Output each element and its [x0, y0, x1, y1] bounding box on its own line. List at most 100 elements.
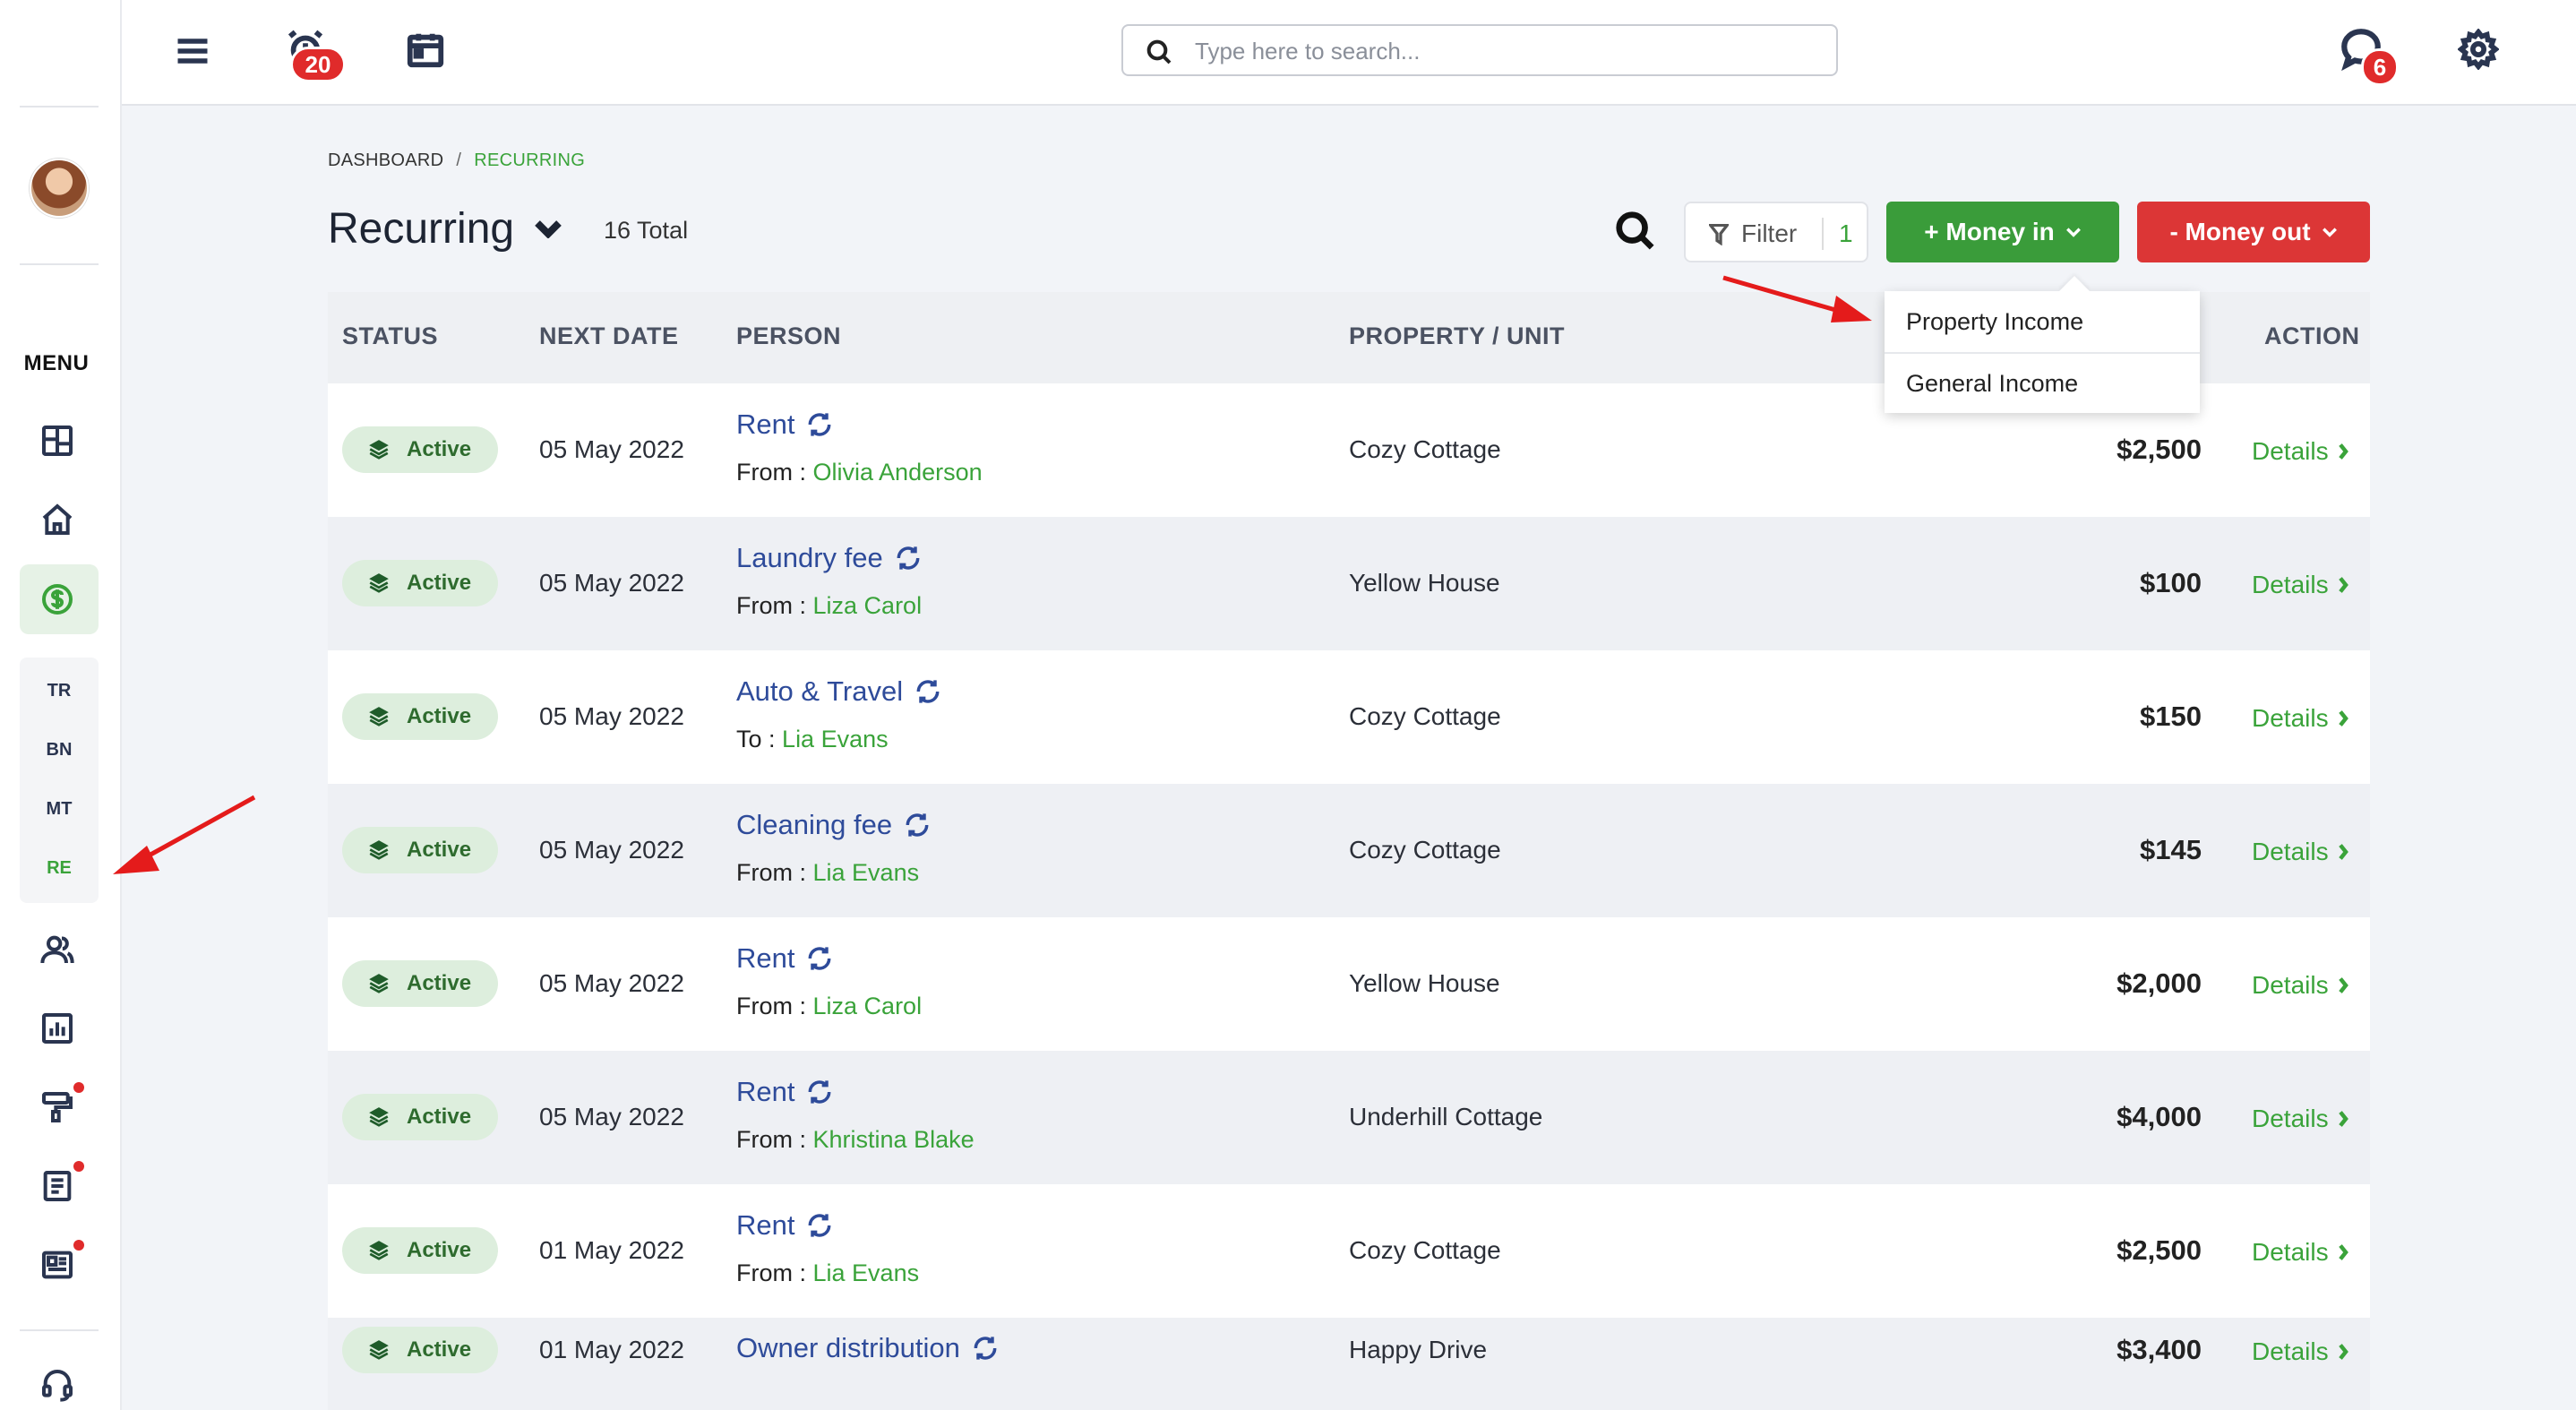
- people-icon[interactable]: [36, 928, 79, 971]
- breadcrumb-current: RECURRING: [474, 150, 586, 170]
- property-unit: Cozy Cottage: [1349, 836, 1501, 864]
- avatar[interactable]: [30, 159, 89, 218]
- sidebar-divider: [20, 106, 99, 107]
- home-icon[interactable]: [36, 498, 79, 541]
- subnav-item-tr[interactable]: TR: [20, 681, 99, 701]
- money-in-dropdown: Property Income General Income: [1885, 276, 2200, 413]
- details-link[interactable]: Details: [2252, 704, 2348, 733]
- sidebar-divider: [20, 263, 99, 265]
- person-name[interactable]: Lia Evans: [813, 1260, 920, 1286]
- table-row[interactable]: Active 01 May 2022 Rent From : Lia Evans…: [328, 1184, 2370, 1318]
- calendar-icon[interactable]: [403, 27, 448, 72]
- details-link[interactable]: Details: [2252, 1337, 2348, 1366]
- transaction-title[interactable]: Cleaning fee: [736, 809, 932, 841]
- filter-button[interactable]: Filter 1: [1684, 202, 1868, 262]
- direction-label: From :: [736, 592, 806, 619]
- annotation-arrow-icon: [113, 795, 256, 874]
- transaction-title[interactable]: Rent: [736, 942, 834, 975]
- table-row[interactable]: Active 05 May 2022 Rent From : Khristina…: [328, 1051, 2370, 1184]
- document-icon[interactable]: [36, 1165, 79, 1208]
- recurring-icon: [809, 1214, 831, 1237]
- amount: $150: [2140, 701, 2202, 732]
- search-bar[interactable]: [1121, 24, 1838, 76]
- person-line: From : Liza Carol: [736, 592, 922, 620]
- recurring-icon: [974, 1337, 997, 1360]
- support-headset-icon[interactable]: [36, 1363, 79, 1406]
- table-row[interactable]: Active 05 May 2022 Rent From : Liza Caro…: [328, 917, 2370, 1051]
- person-line: To : Lia Evans: [736, 726, 889, 753]
- direction-label: From :: [736, 1126, 806, 1153]
- details-link[interactable]: Details: [2252, 571, 2348, 599]
- chevron-down-icon: [2065, 228, 2081, 237]
- search-icon: [1146, 39, 1172, 64]
- chevron-right-icon: [2338, 1111, 2348, 1127]
- person-line: From : Olivia Anderson: [736, 459, 983, 486]
- table-row[interactable]: Active 05 May 2022 Cleaning fee From : L…: [328, 784, 2370, 917]
- title-chevron-down-icon[interactable]: [534, 219, 566, 245]
- reports-icon[interactable]: [36, 1007, 79, 1050]
- table-search-icon[interactable]: [1614, 210, 1657, 254]
- person-name[interactable]: Lia Evans: [813, 859, 920, 886]
- person-name[interactable]: Olivia Anderson: [813, 459, 983, 486]
- transaction-title[interactable]: Rent: [736, 408, 834, 441]
- header-property[interactable]: PROPERTY / UNIT: [1349, 322, 1565, 350]
- transaction-title[interactable]: Auto & Travel: [736, 675, 942, 708]
- dashboard-icon[interactable]: [36, 419, 79, 462]
- details-link[interactable]: Details: [2252, 838, 2348, 866]
- header-next-date[interactable]: NEXT DATE: [539, 322, 679, 350]
- amount: $2,500: [2117, 434, 2202, 465]
- table-row[interactable]: Active 01 May 2022 Owner distribution Ha…: [328, 1318, 2370, 1410]
- person-name[interactable]: Lia Evans: [782, 726, 889, 752]
- transaction-title[interactable]: Rent: [736, 1209, 834, 1242]
- transaction-title-label: Rent: [736, 1209, 795, 1241]
- transaction-title[interactable]: Rent: [736, 1076, 834, 1108]
- chevron-right-icon: [2338, 977, 2348, 993]
- header-person[interactable]: PERSON: [736, 322, 841, 350]
- money-in-button[interactable]: + Money in: [1886, 202, 2119, 262]
- search-input[interactable]: [1195, 33, 1822, 69]
- details-link[interactable]: Details: [2252, 1238, 2348, 1267]
- status-label: Active: [407, 1337, 472, 1362]
- details-link[interactable]: Details: [2252, 1105, 2348, 1133]
- person-line: From : Khristina Blake: [736, 1126, 975, 1154]
- page-title[interactable]: Recurring: [328, 204, 514, 254]
- menu-item-general-income[interactable]: General Income: [1885, 352, 2200, 413]
- settings-gear-icon[interactable]: [2456, 27, 2501, 72]
- person-name[interactable]: Liza Carol: [813, 592, 923, 619]
- next-date: 01 May 2022: [539, 1336, 684, 1363]
- subnav-item-mt[interactable]: MT: [20, 799, 99, 820]
- money-in-label: + Money in: [1924, 218, 2055, 245]
- notification-dot: [73, 1082, 84, 1093]
- transaction-title[interactable]: Laundry fee: [736, 542, 923, 574]
- direction-label: From :: [736, 859, 806, 886]
- chevron-right-icon: [2338, 577, 2348, 593]
- filter-label: Filter: [1741, 219, 1798, 247]
- header-status[interactable]: STATUS: [342, 322, 438, 350]
- subnav-item-re[interactable]: RE: [20, 858, 99, 879]
- status-badge: Active: [342, 960, 498, 1007]
- details-link[interactable]: Details: [2252, 437, 2348, 466]
- person-name[interactable]: Liza Carol: [813, 993, 923, 1019]
- alarm-badge: 20: [290, 47, 346, 82]
- menu-item-property-income[interactable]: Property Income: [1885, 291, 2200, 352]
- person-name[interactable]: Khristina Blake: [813, 1126, 975, 1153]
- amount: $2,500: [2117, 1234, 2202, 1266]
- dollar-icon[interactable]: [36, 578, 79, 621]
- maintenance-icon[interactable]: [36, 1086, 79, 1129]
- chevron-right-icon: [2338, 443, 2348, 460]
- news-icon[interactable]: [36, 1243, 79, 1286]
- breadcrumb-dashboard[interactable]: DASHBOARD: [328, 150, 443, 170]
- details-link[interactable]: Details: [2252, 971, 2348, 1000]
- transaction-title-label: Owner distribution: [736, 1332, 960, 1363]
- transaction-title[interactable]: Owner distribution: [736, 1332, 1000, 1364]
- subnav-item-bn[interactable]: BN: [20, 740, 99, 761]
- table-row[interactable]: Active 05 May 2022 Laundry fee From : Li…: [328, 517, 2370, 650]
- transaction-title-label: Cleaning fee: [736, 809, 893, 840]
- layers-icon: [369, 974, 389, 993]
- hamburger-menu-icon[interactable]: [170, 29, 215, 73]
- status-label: Active: [407, 704, 472, 728]
- next-date: 05 May 2022: [539, 435, 684, 463]
- status-label: Active: [407, 1238, 472, 1262]
- table-row[interactable]: Active 05 May 2022 Auto & Travel To : Li…: [328, 650, 2370, 784]
- money-out-button[interactable]: - Money out: [2137, 202, 2370, 262]
